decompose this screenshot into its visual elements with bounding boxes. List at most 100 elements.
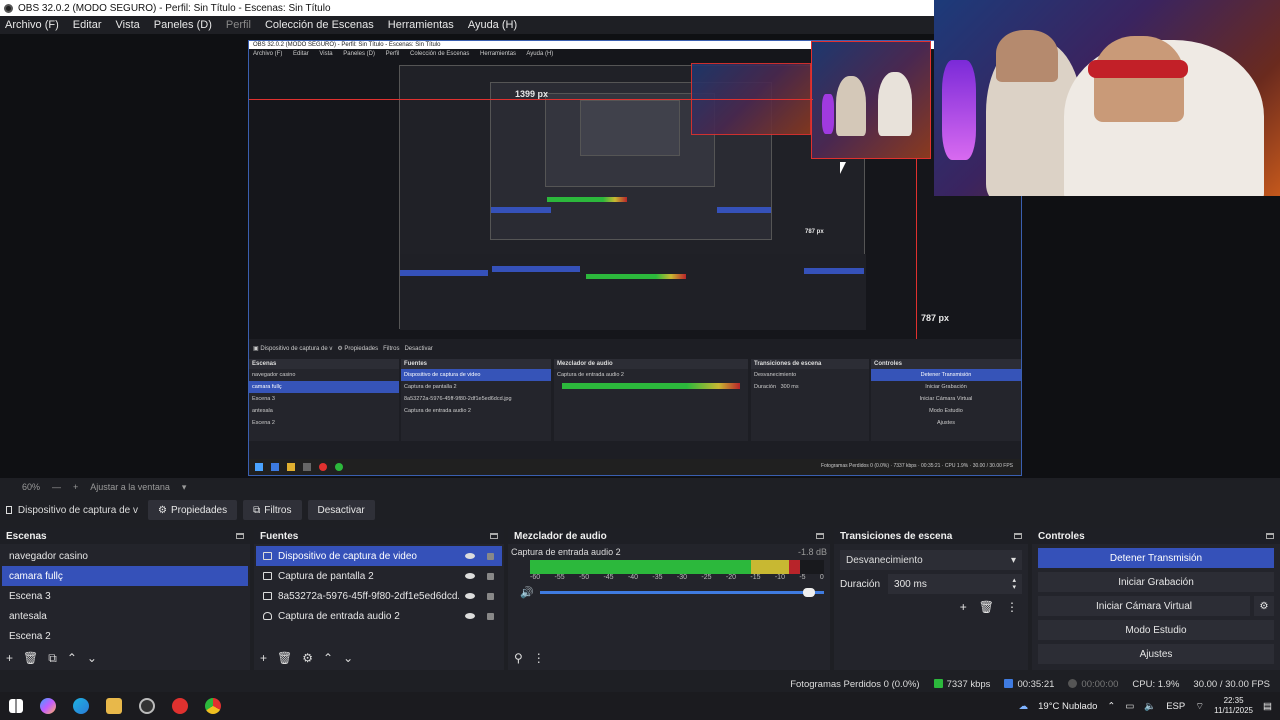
nested-source-sel [492, 266, 580, 272]
stop-stream-button[interactable]: Detener Transmisión [1038, 548, 1274, 568]
menu-vista[interactable]: Vista [116, 19, 140, 31]
menu-archivo[interactable]: Archivo (F) [5, 19, 59, 31]
volume-slider-thumb[interactable] [803, 588, 816, 597]
menu-coleccion-escenas[interactable]: Colección de Escenas [265, 19, 374, 31]
preview-area[interactable]: OBS 32.0.2 (MODO SEGURO) - Perfil: Sin T… [0, 0, 1280, 478]
lock-icon[interactable] [487, 612, 494, 620]
mixer-db-value: -1.8 dB [797, 547, 827, 557]
undock-icon[interactable] [1014, 533, 1022, 539]
nested-menu-item: Paneles (D) [343, 51, 375, 57]
filter-icon[interactable]: ⧉ [48, 651, 57, 666]
add-icon[interactable]: + [6, 651, 13, 665]
camera-icon [6, 506, 12, 514]
filters-button[interactable]: ⧉ Filtros [243, 500, 302, 520]
volume-slider[interactable] [539, 588, 824, 597]
deactivate-button[interactable]: Desactivar [307, 500, 375, 520]
undock-icon[interactable] [816, 533, 824, 539]
duration-spinbox[interactable]: 300 ms ▴ ▾ [888, 574, 1022, 594]
menu-editar[interactable]: Editar [73, 19, 102, 31]
zoom-fit[interactable]: Ajustar a la ventana [90, 482, 170, 492]
speaker-icon[interactable]: 🔊 [520, 586, 534, 599]
properties-label: Propiedades [170, 504, 228, 516]
eye-icon[interactable] [465, 553, 475, 559]
source-item[interactable]: 8a53272a-5976-45ff-9f80-2df1e5ed6dcd.jpg [256, 586, 502, 606]
copilot-icon[interactable] [40, 698, 56, 714]
move-up-icon[interactable]: ⌃ [67, 651, 77, 665]
start-recording-button[interactable]: Iniciar Grabación [1038, 572, 1274, 592]
notification-icon[interactable]: ▤ [1263, 701, 1272, 712]
menu-perfil[interactable]: Perfil [226, 19, 251, 31]
trash-icon[interactable]: 🗑 [979, 600, 994, 614]
menu-paneles[interactable]: Paneles (D) [154, 19, 212, 31]
scene-item[interactable]: navegador casino [2, 546, 248, 566]
weather-text[interactable]: 19°C Nublado [1038, 701, 1097, 712]
lock-icon[interactable] [487, 592, 494, 600]
trash-icon[interactable]: 🗑 [277, 651, 292, 665]
undock-icon[interactable] [490, 533, 498, 539]
eye-icon[interactable] [465, 573, 475, 579]
meter-tick: -50 [578, 574, 590, 581]
add-icon[interactable]: + [960, 600, 967, 614]
gear-icon: ⚙ [1259, 600, 1269, 612]
scene-item[interactable]: camara fullç [2, 566, 248, 586]
lock-icon[interactable] [487, 572, 494, 580]
more-icon[interactable]: ⋮ [533, 651, 545, 665]
file-explorer-icon[interactable] [106, 698, 122, 714]
virtual-cam-settings-button[interactable]: ⚙ [1254, 596, 1274, 616]
windows-start-icon[interactable] [9, 699, 23, 713]
cpu-status: CPU: 1.9% [1132, 678, 1180, 690]
speaker-icon[interactable]: 🔈 [1144, 701, 1156, 712]
start-virtual-cam-button[interactable]: Iniciar Cámara Virtual [1038, 596, 1250, 616]
settings-button[interactable]: Ajustes [1038, 644, 1274, 664]
eye-icon[interactable] [465, 613, 475, 619]
spinner-icon[interactable]: ▴ ▾ [1012, 577, 1016, 591]
zoom-minus[interactable]: — [52, 482, 61, 492]
sources-title: Fuentes [260, 530, 299, 542]
meter-tick: -40 [627, 574, 639, 581]
trash-icon[interactable]: 🗑 [23, 651, 38, 665]
source-item[interactable]: Dispositivo de captura de video [256, 546, 502, 566]
nested-scenes-panel: Escenas navegador casino camara fullç Es… [249, 359, 399, 441]
chevron-up-icon[interactable]: ⌃ [1107, 701, 1115, 712]
preview-canvas[interactable]: OBS 32.0.2 (MODO SEGURO) - Perfil: Sin T… [248, 40, 1022, 476]
move-up-icon[interactable]: ⌃ [323, 651, 333, 665]
undock-icon[interactable] [1266, 533, 1274, 539]
zoom-plus[interactable]: + [73, 482, 78, 492]
bitrate-status: 7337 kbps [933, 679, 990, 690]
meter-tick: -10 [774, 574, 785, 581]
scene-item[interactable]: Escena 3 [2, 586, 248, 606]
opera-icon[interactable] [172, 698, 188, 714]
network-icon[interactable]: ▭ [1125, 701, 1134, 712]
wifi-icon[interactable]: ⌔ [1195, 701, 1204, 712]
lock-icon[interactable] [487, 552, 494, 560]
link-icon[interactable]: ⚲ [514, 651, 523, 665]
menu-herramientas[interactable]: Herramientas [388, 19, 454, 31]
undock-icon[interactable] [236, 533, 244, 539]
chevron-down-icon[interactable]: ▾ [182, 482, 187, 493]
mixer-channel-name: Captura de entrada audio 2 [511, 547, 621, 557]
scene-item[interactable]: Escena 2 [2, 626, 248, 646]
nested-camera-feed [811, 41, 931, 159]
transition-select[interactable]: Desvanecimiento ▾ [840, 550, 1022, 570]
source-item[interactable]: Captura de entrada audio 2 [256, 606, 502, 626]
clock[interactable]: 22:35 11/11/2025 [1214, 696, 1253, 716]
edge-icon[interactable] [73, 698, 89, 714]
more-icon[interactable]: ⋮ [1006, 600, 1018, 614]
move-down-icon[interactable]: ⌄ [343, 651, 353, 665]
status-bar: Fotogramas Perdidos 0 (0.0%) 7337 kbps 0… [0, 676, 1280, 692]
source-item[interactable]: Captura de pantalla 2 [256, 566, 502, 586]
scene-item[interactable]: antesala [2, 606, 248, 626]
zoom-level[interactable]: 60% [22, 482, 40, 492]
gear-icon[interactable]: ⚙ [302, 651, 313, 665]
menu-ayuda[interactable]: Ayuda (H) [468, 19, 517, 31]
properties-button[interactable]: ⚙ Propiedades [148, 500, 238, 520]
add-icon[interactable]: + [260, 651, 267, 665]
studio-mode-button[interactable]: Modo Estudio [1038, 620, 1274, 640]
obs-icon[interactable] [139, 698, 155, 714]
move-down-icon[interactable]: ⌄ [87, 651, 97, 665]
language-indicator[interactable]: ESP [1166, 701, 1185, 712]
weather-icon[interactable]: ☁ [1019, 701, 1029, 712]
chrome-icon[interactable] [205, 698, 221, 714]
nested-menu-item: Herramientas [480, 51, 517, 57]
eye-icon[interactable] [465, 593, 475, 599]
